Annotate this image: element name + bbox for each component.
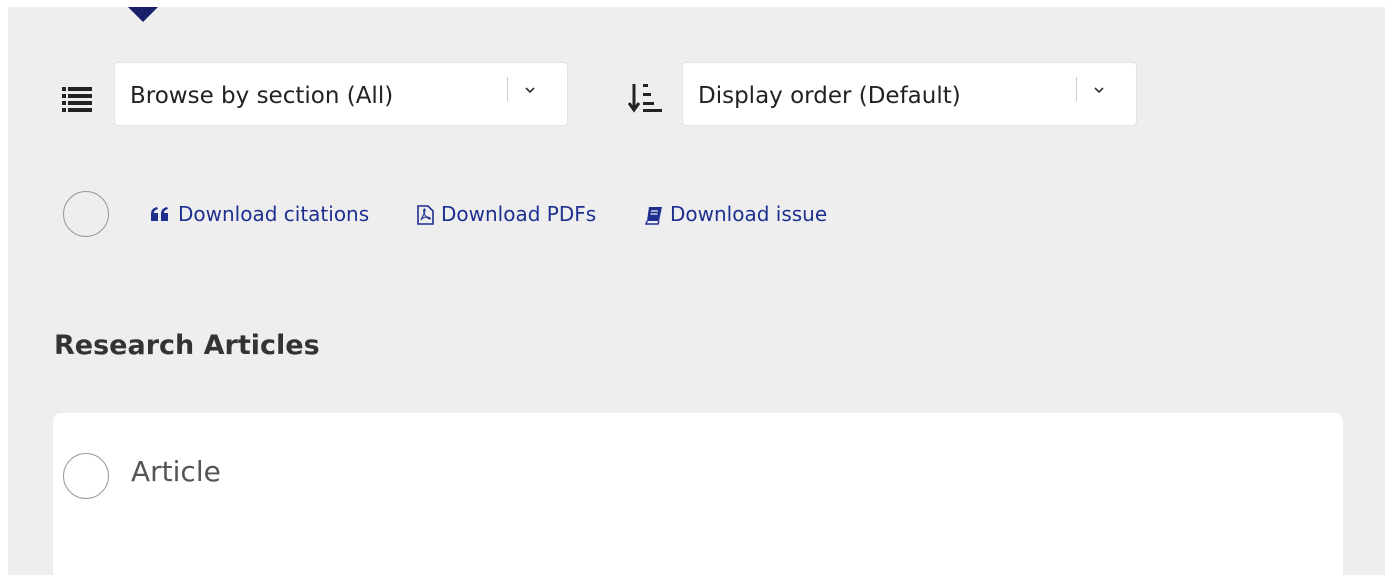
article-select-radio[interactable] [63, 453, 109, 499]
list-icon [54, 77, 98, 117]
select-all-radio[interactable] [63, 191, 109, 237]
display-order-value: Display order (Default) [698, 83, 961, 109]
browse-by-section-value: Browse by section (All) [130, 83, 394, 109]
select-separator [1076, 77, 1077, 101]
article-card: Article [53, 413, 1343, 583]
display-order-select[interactable]: Display order (Default) [682, 62, 1137, 126]
download-issue-link[interactable]: Download issue [670, 202, 827, 226]
article-type-label: Article [131, 455, 221, 488]
pdf-icon [417, 205, 434, 225]
book-icon [644, 207, 662, 225]
select-separator [507, 77, 508, 101]
sort-icon [628, 84, 662, 113]
download-pdfs-link[interactable]: Download PDFs [441, 202, 596, 226]
quote-icon [151, 207, 168, 221]
page-top-mask [0, 0, 1393, 7]
browse-by-section-select[interactable]: Browse by section (All) [114, 62, 568, 126]
chevron-down-icon [525, 87, 535, 94]
download-citations-link[interactable]: Download citations [178, 202, 369, 226]
chevron-down-icon [1094, 87, 1104, 94]
section-heading: Research Articles [54, 330, 320, 361]
